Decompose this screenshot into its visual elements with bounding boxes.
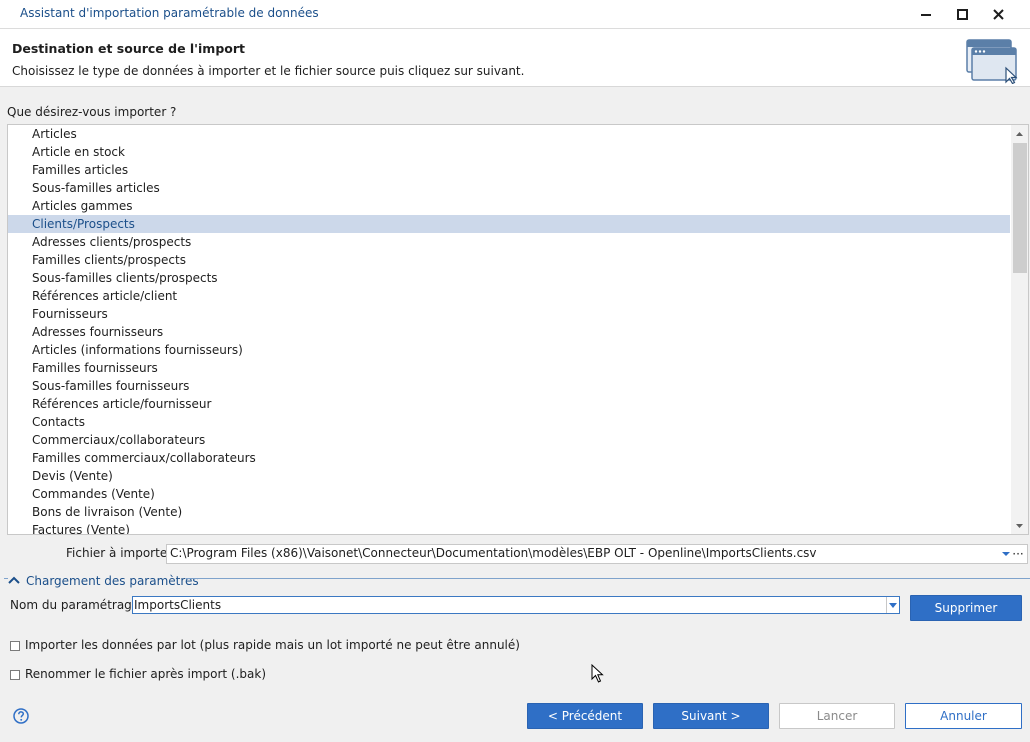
scroll-down-icon [1016, 523, 1023, 528]
list-item[interactable]: Familles articles [8, 161, 1010, 179]
list-item[interactable]: Devis (Vente) [8, 467, 1010, 485]
param-name-label: Nom du paramétrage [10, 598, 140, 612]
params-section-header[interactable]: Chargement des paramètres [4, 572, 199, 590]
list-item[interactable]: Commerciaux/collaborateurs [8, 431, 1010, 449]
batch-import-label: Importer les données par lot (plus rapid… [25, 638, 520, 652]
browse-button[interactable]: ··· [1011, 545, 1025, 563]
minimize-button[interactable] [908, 0, 944, 28]
maximize-button[interactable] [944, 0, 980, 28]
mouse-cursor-icon [591, 664, 604, 683]
chevron-down-icon[interactable] [1001, 548, 1011, 560]
delete-button[interactable]: Supprimer [910, 595, 1022, 621]
file-path-value: C:\Program Files (x86)\Vaisonet\Connecte… [170, 546, 817, 560]
list-item[interactable]: Fournisseurs [8, 305, 1010, 323]
close-button[interactable] [980, 0, 1016, 28]
list-item[interactable]: Articles gammes [8, 197, 1010, 215]
window-title: Assistant d'importation paramétrable de … [20, 6, 319, 20]
list-item[interactable]: Bons de livraison (Vente) [8, 503, 1010, 521]
params-section-title: Chargement des paramètres [26, 574, 199, 588]
list-item[interactable]: Familles fournisseurs [8, 359, 1010, 377]
list-item[interactable]: Commandes (Vente) [8, 485, 1010, 503]
list-item[interactable]: Article en stock [8, 143, 1010, 161]
list-item[interactable]: Références article/fournisseur [8, 395, 1010, 413]
param-name-dropdown[interactable] [886, 597, 899, 613]
import-type-label: Que désirez-vous importer ? [7, 105, 177, 119]
import-type-list[interactable]: Articles Article en stock Familles article… [7, 124, 1029, 535]
list-item[interactable]: Articles (informations fournisseurs) [8, 341, 1010, 359]
maximize-icon [956, 8, 968, 20]
list-item[interactable]: Clients/Prospects [8, 215, 1010, 233]
scroll-up-arrow[interactable] [1011, 125, 1028, 142]
scroll-down-arrow[interactable] [1011, 517, 1028, 534]
list-item[interactable]: Contacts [8, 413, 1010, 431]
list-item[interactable]: Familles commerciaux/collaborateurs [8, 449, 1010, 467]
next-button[interactable]: Suivant > [653, 703, 769, 729]
list-item[interactable]: Sous-familles articles [8, 179, 1010, 197]
list-scrollbar[interactable] [1011, 125, 1028, 534]
file-path-field[interactable]: C:\Program Files (x86)\Vaisonet\Connecte… [166, 544, 1028, 564]
minimize-icon [921, 14, 931, 16]
list-item[interactable]: Adresses fournisseurs [8, 323, 1010, 341]
param-name-value: ImportsClients [134, 598, 222, 612]
section-divider [186, 578, 1030, 579]
param-name-combo[interactable]: ImportsClients [132, 596, 900, 614]
launch-button[interactable]: Lancer [779, 703, 895, 729]
chevron-up-icon [8, 576, 20, 584]
list-item[interactable]: Familles clients/prospects [8, 251, 1010, 269]
step-title: Destination et source de l'import [12, 41, 245, 56]
cancel-button[interactable]: Annuler [905, 703, 1022, 729]
list-item[interactable]: Articles [8, 125, 1010, 143]
rename-file-label: Renommer le fichier après import (.bak) [25, 667, 267, 681]
close-icon [992, 8, 1004, 20]
scroll-up-icon [1016, 131, 1023, 136]
help-icon[interactable] [13, 708, 29, 724]
list-item[interactable]: Adresses clients/prospects [8, 233, 1010, 251]
file-label: Fichier à importer [66, 546, 173, 560]
list-item[interactable]: Références article/client [8, 287, 1010, 305]
chevron-down-icon [889, 602, 897, 608]
list-item[interactable]: Factures (Vente) [8, 521, 1010, 534]
rename-file-checkbox[interactable] [10, 670, 20, 680]
step-subtitle: Choisissez le type de données à importer… [12, 64, 525, 78]
title-bar: Assistant d'importation paramétrable de … [0, 0, 1030, 29]
wizard-window-icon [966, 39, 1018, 84]
wizard-header: Destination et source de l'import Choisi… [0, 29, 1030, 87]
list-item[interactable]: Sous-familles clients/prospects [8, 269, 1010, 287]
previous-button[interactable]: < Précédent [527, 703, 643, 729]
scroll-thumb[interactable] [1013, 143, 1027, 273]
list-item[interactable]: Sous-familles fournisseurs [8, 377, 1010, 395]
batch-import-checkbox[interactable] [10, 641, 20, 651]
import-type-items: Articles Article en stock Familles article… [8, 125, 1010, 534]
